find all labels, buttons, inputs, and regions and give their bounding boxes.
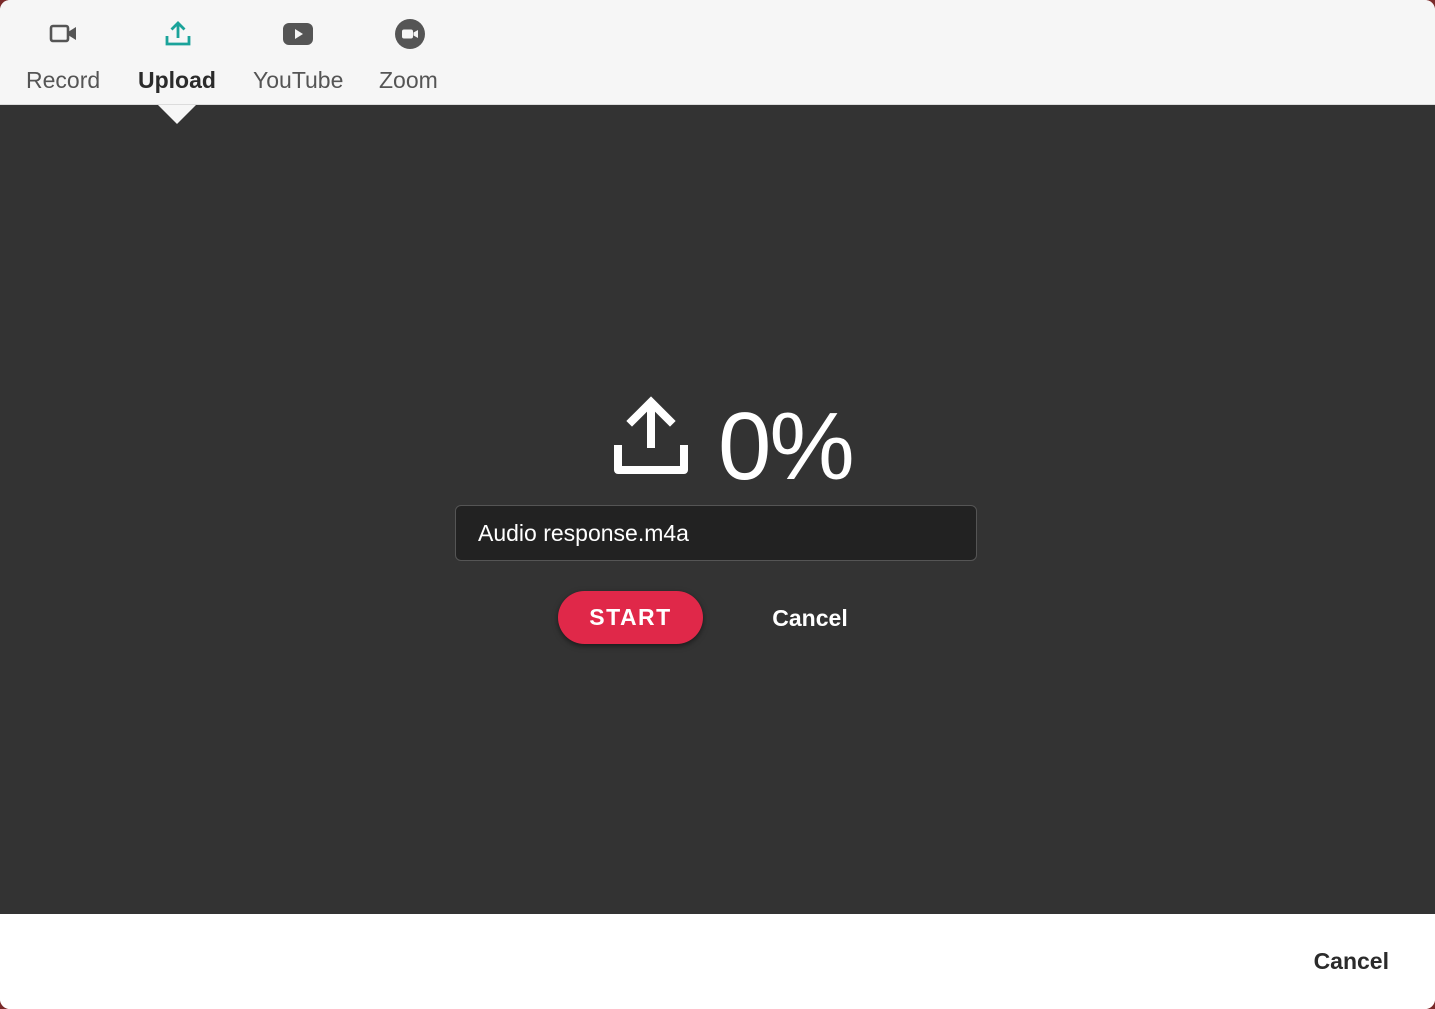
zoom-icon bbox=[394, 18, 426, 50]
source-tabbar: Record Upload YouTube Zoom bbox=[0, 0, 1435, 105]
upload-percent: 0% bbox=[718, 393, 855, 500]
upload-progress-icon bbox=[611, 394, 691, 474]
tab-youtube-label: YouTube bbox=[253, 67, 344, 93]
tab-upload-label: Upload bbox=[138, 67, 216, 93]
dialog-footer: Cancel bbox=[0, 914, 1435, 1009]
tab-record[interactable]: Record bbox=[18, 0, 110, 104]
upload-icon bbox=[162, 18, 194, 50]
upload-dialog: Record Upload YouTube Zoom 0% Audio resp… bbox=[0, 0, 1435, 1009]
tab-record-label: Record bbox=[26, 67, 101, 93]
upload-progress: 0% bbox=[0, 386, 1435, 500]
active-tab-indicator bbox=[158, 105, 196, 124]
tab-upload[interactable]: Upload bbox=[130, 0, 225, 104]
tab-zoom[interactable]: Zoom bbox=[370, 0, 450, 104]
filename-field[interactable] bbox=[455, 505, 977, 561]
start-button[interactable]: START bbox=[558, 591, 703, 644]
upload-cancel-button[interactable]: Cancel bbox=[750, 597, 870, 639]
video-camera-icon bbox=[48, 18, 80, 50]
youtube-icon bbox=[282, 18, 314, 50]
tab-zoom-label: Zoom bbox=[379, 67, 438, 93]
dialog-cancel-button[interactable]: Cancel bbox=[1306, 944, 1397, 979]
tab-youtube[interactable]: YouTube bbox=[245, 0, 351, 104]
